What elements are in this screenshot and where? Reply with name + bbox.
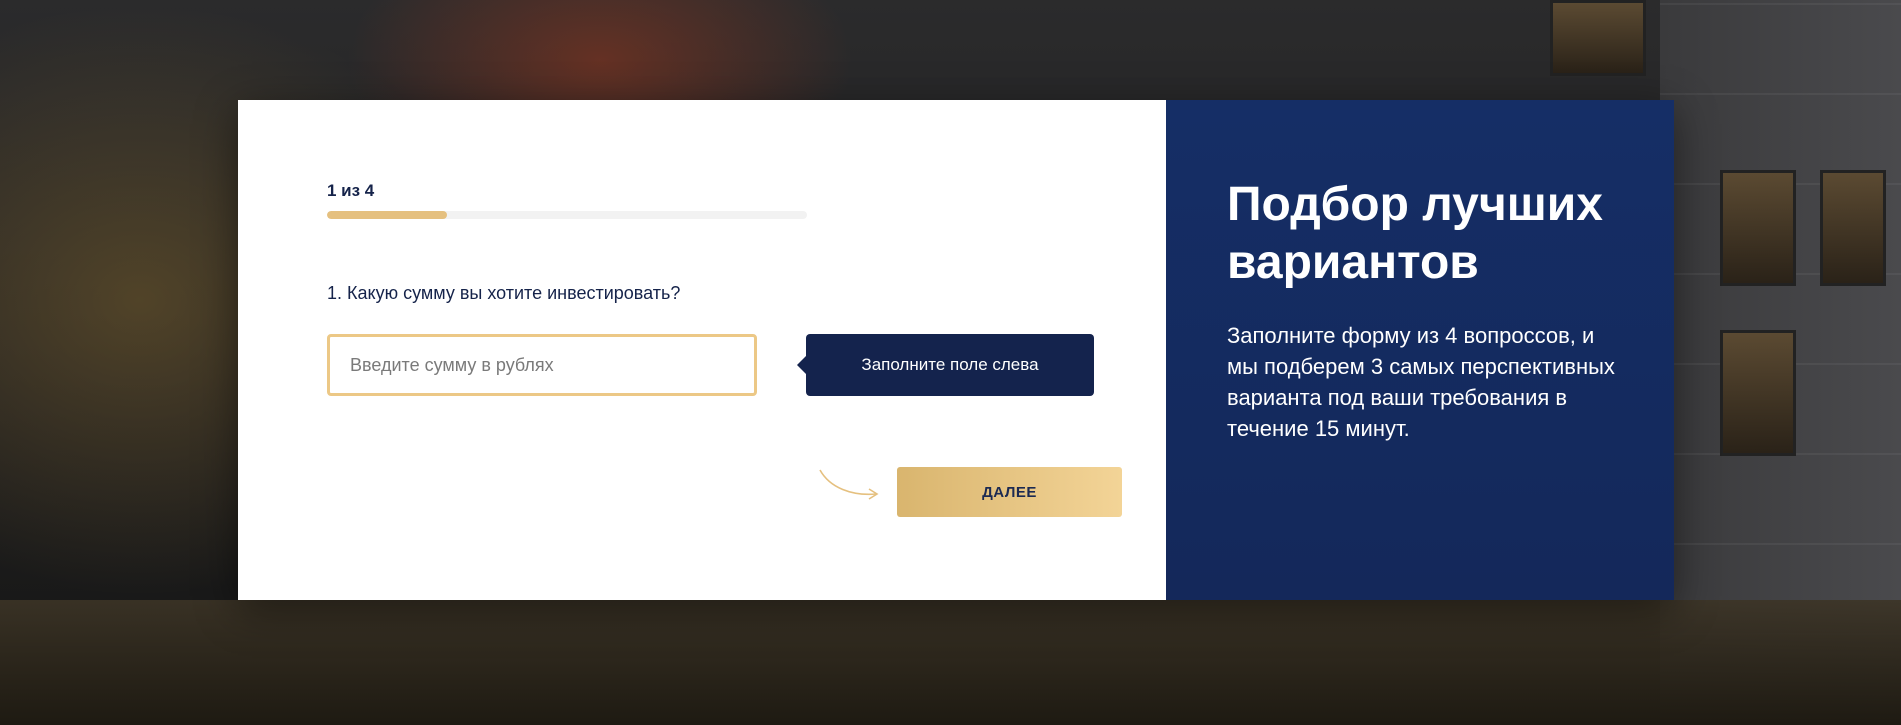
investment-form-card: 1 из 4 1. Какую сумму вы хотите инвестир… — [238, 100, 1674, 600]
ground — [0, 600, 1901, 725]
hint-text: Заполните поле слева — [861, 355, 1039, 374]
building-window — [1720, 170, 1796, 286]
hint-tooltip: Заполните поле слева — [797, 334, 1094, 396]
building-window — [1550, 0, 1646, 76]
curved-arrow-right-icon — [819, 469, 879, 500]
building-window — [1720, 330, 1796, 456]
building-window — [1820, 170, 1886, 286]
form-panel: 1 из 4 1. Какую сумму вы хотите инвестир… — [238, 100, 1166, 600]
next-button[interactable]: ДАЛЕЕ — [897, 467, 1122, 517]
info-title: Подбор лучших вариантов — [1227, 178, 1603, 289]
progress-bar — [327, 211, 807, 219]
progress-fill — [327, 211, 447, 219]
step-counter: 1 из 4 — [327, 181, 375, 200]
question-label: 1. Какую сумму вы хотите инвестировать? — [327, 283, 681, 303]
amount-input[interactable] — [327, 334, 757, 396]
info-description: Заполните форму из 4 вопроссов, и мы под… — [1227, 323, 1615, 441]
info-panel: Подбор лучших вариантов Заполните форму … — [1166, 100, 1674, 600]
